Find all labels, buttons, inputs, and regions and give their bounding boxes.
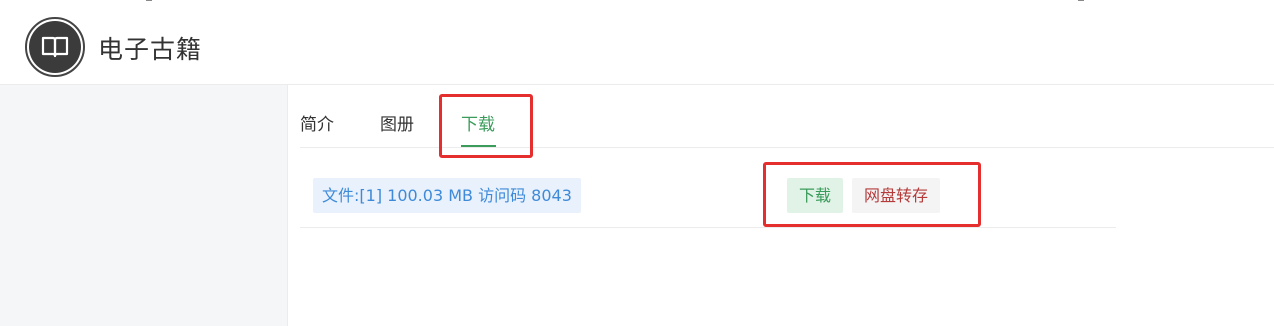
clipped-top-glyph	[1078, 0, 1084, 1]
book-icon	[29, 21, 81, 73]
tab-album[interactable]: 图册	[380, 110, 414, 135]
sidebar	[0, 85, 288, 326]
file-list-row: 文件:[1] 100.03 MB 访问码 8043 下载 网盘转存	[300, 165, 1116, 228]
site-logo[interactable]	[25, 17, 85, 77]
site-header: 电子古籍	[0, 0, 1274, 85]
tab-intro[interactable]: 简介	[300, 110, 334, 135]
annotation-box-buttons	[763, 162, 981, 227]
annotation-box-download-tab	[439, 94, 533, 158]
file-info-tag[interactable]: 文件:[1] 100.03 MB 访问码 8043	[313, 178, 581, 213]
clipped-top-glyph	[146, 0, 152, 1]
site-title[interactable]: 电子古籍	[98, 30, 202, 66]
